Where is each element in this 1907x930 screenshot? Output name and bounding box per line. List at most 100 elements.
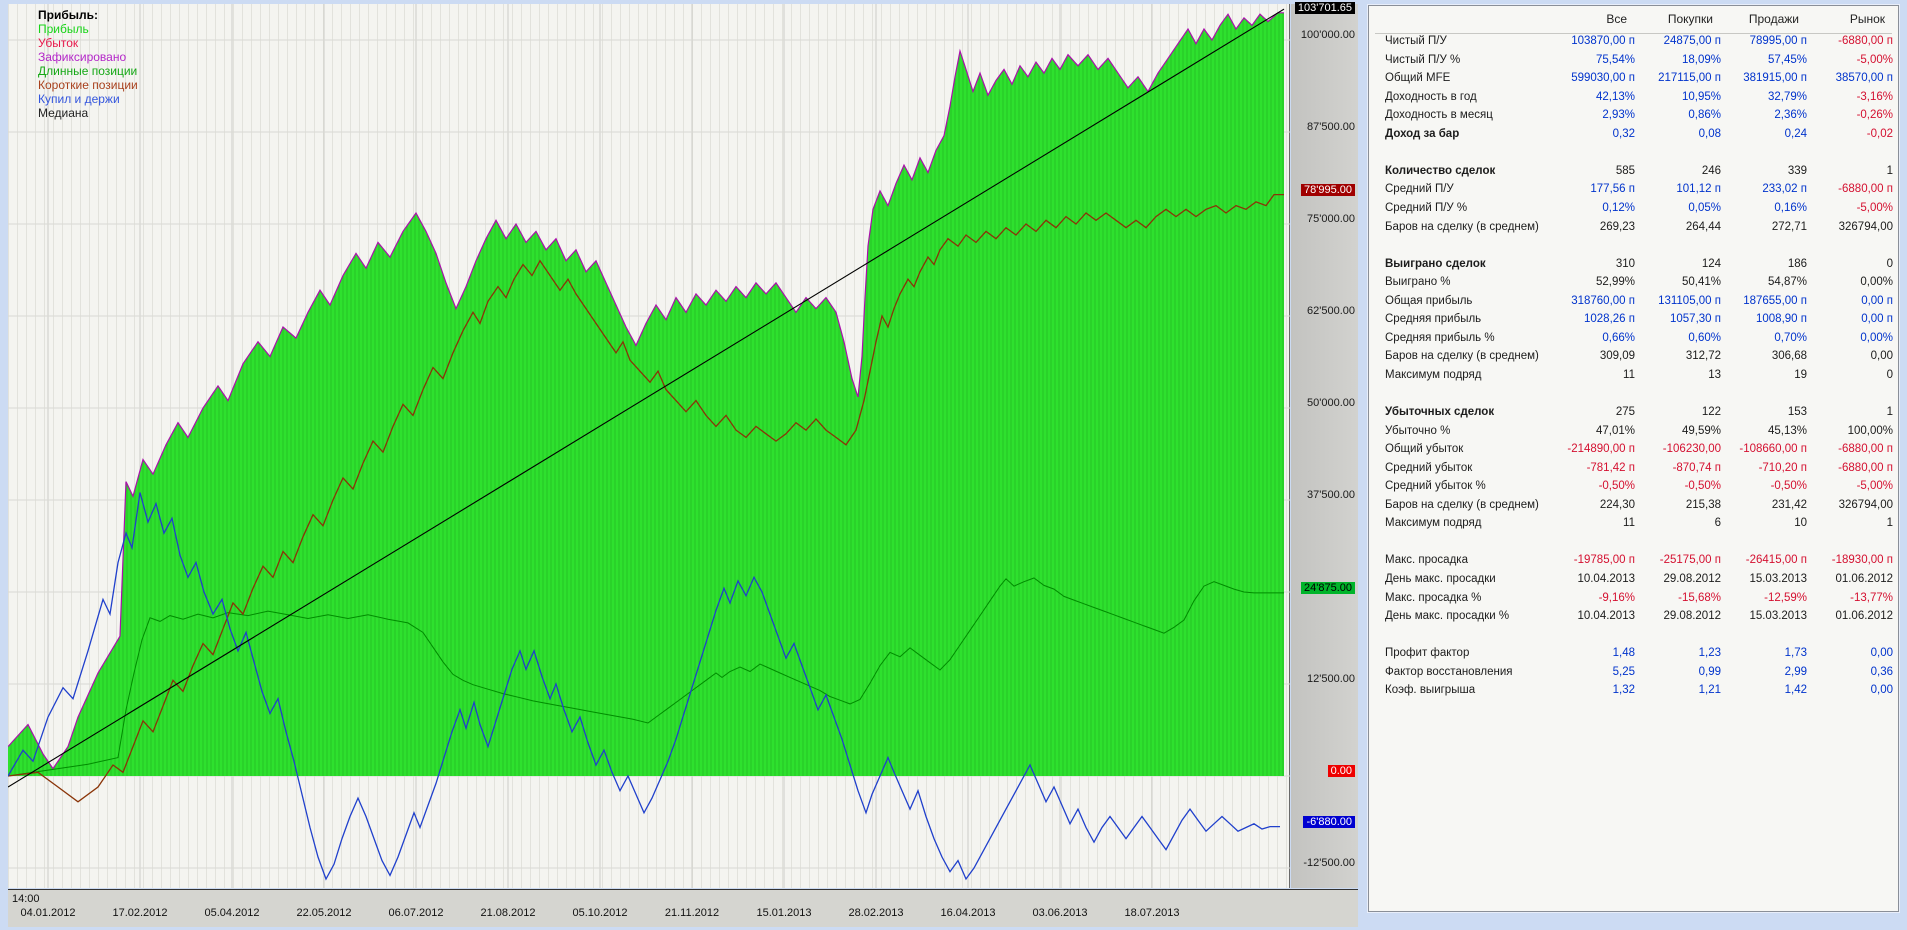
row-label: Общая прибыль — [1385, 294, 1473, 307]
row-label: Средний П/У % — [1385, 201, 1468, 214]
row-label: Макс. просадка % — [1385, 591, 1482, 604]
row-value: -710,20 п — [1758, 461, 1807, 474]
row-value: 6 — [1714, 517, 1721, 530]
row-value: 224,30 — [1599, 498, 1635, 511]
row-value: 312,72 — [1685, 350, 1721, 363]
row-label: Чистый П/У — [1385, 35, 1447, 47]
row-label: День макс. просадки % — [1385, 610, 1510, 623]
row-label: Выиграно % — [1385, 276, 1451, 289]
profit-area — [8, 12, 1284, 777]
row-value: 0,60% — [1688, 331, 1721, 344]
date-tick-label: 06.07.2012 — [388, 907, 444, 919]
row-value: -5,00% — [1856, 480, 1893, 493]
row-label: Общий убыток — [1385, 443, 1464, 456]
time-label: 14:00 — [12, 893, 40, 905]
row-label: Количество сделок — [1385, 164, 1496, 177]
row-value: -0,50% — [1598, 480, 1635, 493]
scale-value-tag: 24'875.00 — [1301, 582, 1355, 594]
legend-item: Длинные позиции — [38, 64, 138, 78]
row-value: 1008,90 п — [1756, 313, 1807, 326]
row-value: 187655,00 п — [1743, 294, 1807, 307]
row-value: 1,73 — [1784, 647, 1807, 660]
equity-chart-plot[interactable]: Прибыль: Прибыль Убыток Зафиксировано Длинн… — [8, 4, 1290, 888]
row-value: 11 — [1623, 368, 1635, 381]
table-row: Доход за бар 0,32 0,08 0,24 -0,02 — [1369, 128, 1898, 147]
row-value: 326794,00 — [1838, 220, 1893, 233]
row-value: 10.04.2013 — [1577, 572, 1635, 585]
table-row: Доходность в месяц 2,93% 0,86% 2,36% -0,26% — [1369, 109, 1898, 128]
table-row: Средний П/У 177,56 п 101,12 п 233,02 п -6880… — [1369, 183, 1898, 202]
scale-value-tag: 78'995.00 — [1301, 184, 1355, 196]
column-header-3: Продажи — [1748, 12, 1799, 26]
scale-label: 62'500.00 — [1307, 305, 1355, 317]
row-value: -0,02 — [1866, 127, 1893, 140]
table-row: Баров на сделку (в среднем) 309,09 312,72 3… — [1369, 350, 1898, 369]
table-row: Профит фактор 1,48 1,23 1,73 0,00 — [1369, 647, 1898, 666]
row-value: -6880,00 п — [1838, 461, 1893, 474]
row-value: -106230,00 — [1662, 443, 1721, 456]
row-label: Макс. просадка — [1385, 554, 1468, 567]
date-tick-label: 21.08.2012 — [480, 907, 536, 919]
scale-value-tag: -6'880.00 — [1303, 816, 1355, 828]
row-value: 45,13% — [1767, 424, 1807, 437]
row-value: -108660,00 п — [1739, 443, 1807, 456]
table-row: Убыточных сделок 275 122 153 1 — [1369, 406, 1898, 425]
row-label: Общий MFE — [1385, 72, 1451, 85]
statistics-panel: Все Покупки Продажи Рынок Чистый П/У 103870,… — [1368, 5, 1899, 912]
table-row: Чистый П/У 103870,00 п 24875,00 п 78995,00 … — [1369, 35, 1898, 54]
row-value: 275 — [1615, 406, 1635, 418]
table-row: День макс. просадки % 10.04.2013 29.08.201… — [1369, 610, 1898, 629]
row-value: -9,16% — [1598, 591, 1635, 604]
row-value: 0,99 — [1698, 665, 1721, 678]
row-value: 1057,30 п — [1670, 313, 1721, 326]
equity-chart-svg — [8, 4, 1290, 888]
row-value: -5,00% — [1856, 201, 1893, 214]
row-value: 10,95% — [1681, 90, 1721, 103]
legend-item: Медиана — [38, 106, 89, 120]
row-value: 24875,00 п — [1663, 35, 1721, 47]
column-header-2: Покупки — [1667, 12, 1713, 26]
row-value: 32,79% — [1767, 90, 1807, 103]
row-label: Выиграно сделок — [1385, 257, 1486, 270]
row-label: Доходность в месяц — [1385, 109, 1493, 122]
chart-legend: Прибыль: Прибыль Убыток Зафиксировано Длинн… — [38, 8, 138, 120]
row-value: 10.04.2013 — [1577, 610, 1635, 623]
row-value: -6880,00 п — [1838, 443, 1893, 456]
row-label: Коэф. выигрыша — [1385, 684, 1476, 697]
row-value: 1 — [1886, 517, 1893, 530]
scale-value-tag: 103'701.65 — [1294, 2, 1355, 14]
date-tick-label: 05.10.2012 — [572, 907, 628, 919]
table-row: Выиграно сделок 310 124 186 0 — [1369, 258, 1898, 277]
column-header-1: Все — [1606, 12, 1627, 26]
row-value: 318760,00 п — [1571, 294, 1635, 307]
row-value: 101,12 п — [1676, 183, 1721, 196]
row-value: 13 — [1708, 368, 1721, 381]
date-axis-strip: 14:00 04.01.2012 17.02.2012 05.04.2012 22.0… — [8, 889, 1358, 927]
table-row: Общий убыток -214890,00 п -106230,00 -10866… — [1369, 443, 1898, 462]
row-value: -781,42 п — [1586, 461, 1635, 474]
row-value: 339 — [1787, 164, 1807, 177]
row-value: 0,00 п — [1861, 294, 1893, 307]
row-value: 0,36 — [1870, 665, 1893, 678]
row-value: 1,23 — [1698, 647, 1721, 660]
date-tick-label: 28.02.2013 — [848, 907, 904, 919]
table-row: Убыточно % 47,01% 49,59% 45,13% 100,00% — [1369, 425, 1898, 444]
row-value: 54,87% — [1767, 276, 1807, 289]
row-label: Средний П/У — [1385, 183, 1454, 196]
row-value: 186 — [1787, 257, 1807, 270]
row-value: -18930,00 п — [1831, 554, 1893, 567]
table-row: Общая прибыль 318760,00 п 131105,00 п 18765… — [1369, 295, 1898, 314]
row-value: 264,44 — [1685, 220, 1721, 233]
row-value: 599030,00 п — [1571, 72, 1635, 85]
row-value: 01.06.2012 — [1835, 610, 1893, 623]
row-value: -0,26% — [1856, 109, 1893, 122]
row-value: 0,70% — [1774, 331, 1807, 344]
row-value: 0,00 — [1870, 647, 1893, 660]
table-row: Средний убыток % -0,50% -0,50% -0,50% -5,00% — [1369, 480, 1898, 499]
row-value: 585 — [1615, 164, 1635, 177]
row-label: Средний убыток — [1385, 461, 1473, 474]
table-row: Фактор восстановления 5,25 0,99 2,99 0,36 — [1369, 666, 1898, 685]
table-row: Количество сделок 585 246 339 1 — [1369, 165, 1898, 184]
row-value: 49,59% — [1681, 424, 1721, 437]
row-value: 272,71 — [1771, 220, 1807, 233]
